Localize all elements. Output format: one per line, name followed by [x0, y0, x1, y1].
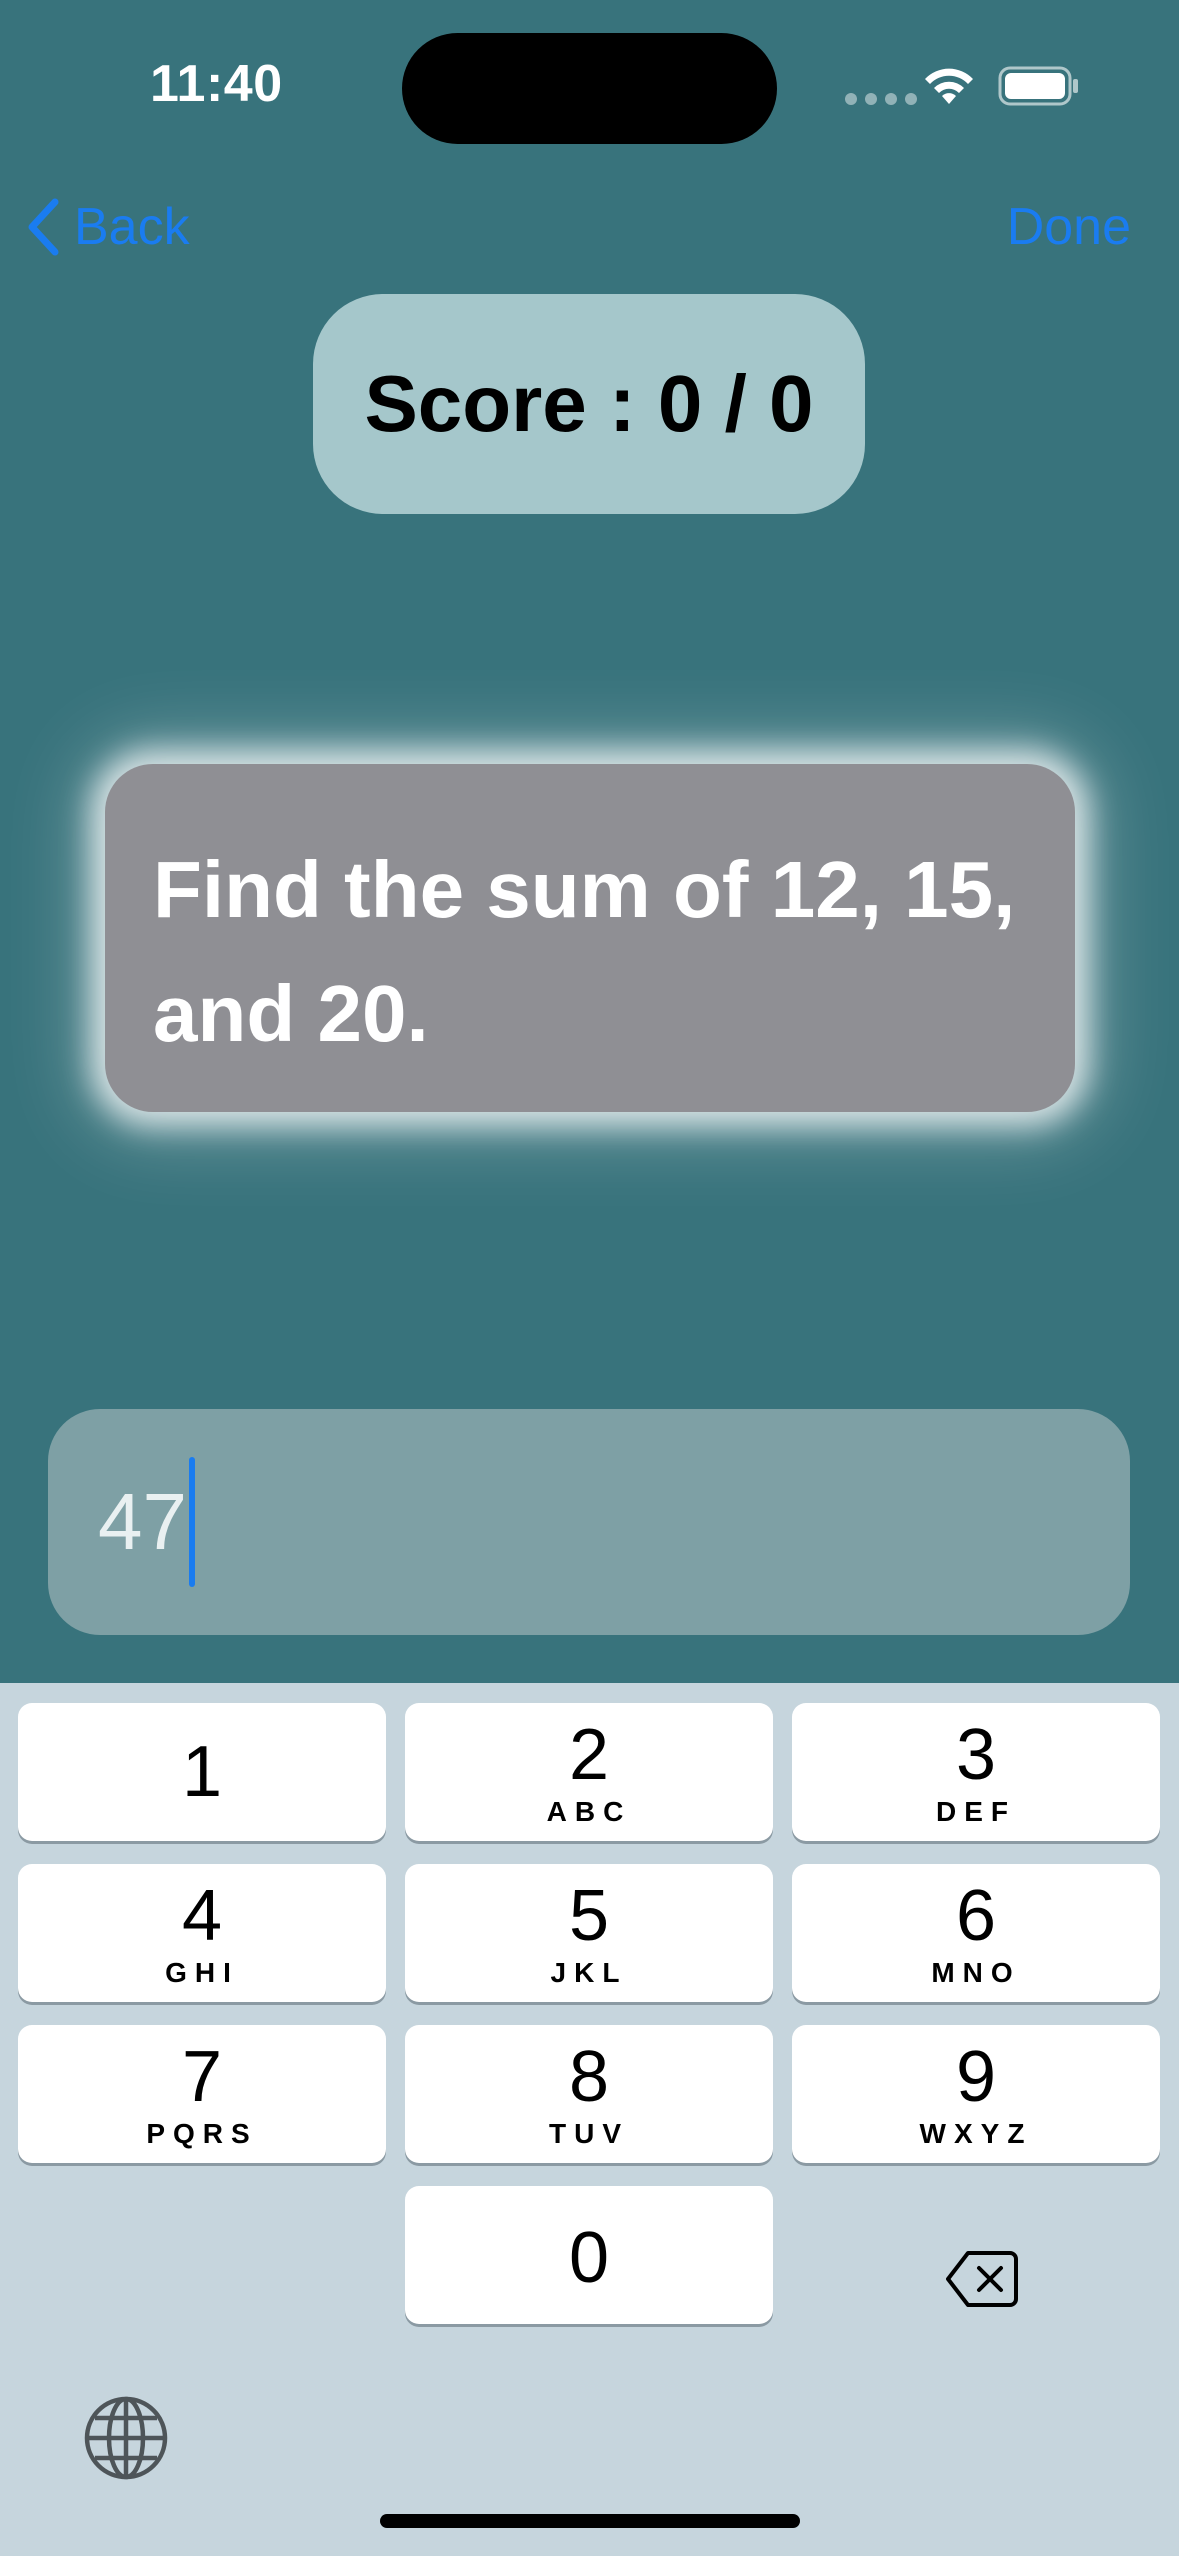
number-pad-keyboard: 1 2 ABC 3 DEF 4 GHI 5 JKL 6 MNO 7 PQRS 8…: [0, 1683, 1179, 2556]
question-card: Find the sum of 12, 15, and 20.: [105, 764, 1075, 1112]
status-time: 11:40: [150, 55, 283, 113]
back-button[interactable]: Back: [26, 192, 190, 262]
answer-input[interactable]: 47: [48, 1409, 1130, 1635]
chevron-left-icon: [28, 198, 59, 256]
key-7[interactable]: 7 PQRS: [18, 2025, 386, 2163]
key-3[interactable]: 3 DEF: [792, 1703, 1160, 1841]
done-label: Done: [1006, 198, 1131, 256]
question-text: Find the sum of 12, 15, and 20.: [153, 845, 1016, 1058]
delete-key[interactable]: [917, 2224, 1047, 2334]
cellular-signal-icon: [845, 93, 917, 105]
dynamic-island: [402, 33, 777, 144]
back-label: Back: [74, 198, 190, 256]
key-2[interactable]: 2 ABC: [405, 1703, 773, 1841]
status-bar: 11:40: [0, 0, 1179, 170]
key-8[interactable]: 8 TUV: [405, 2025, 773, 2163]
done-button[interactable]: Done: [1007, 192, 1131, 262]
key-6[interactable]: 6 MNO: [792, 1864, 1160, 2002]
text-cursor: [188, 1457, 195, 1587]
delete-icon: [946, 2251, 1018, 2307]
score-text: Score : 0 / 0: [364, 359, 814, 448]
key-9[interactable]: 9 WXYZ: [792, 2025, 1160, 2163]
wifi-icon: [925, 68, 973, 104]
key-5[interactable]: 5 JKL: [405, 1864, 773, 2002]
key-0[interactable]: 0: [405, 2186, 773, 2324]
key-1[interactable]: 1: [18, 1703, 386, 1841]
battery-icon: [998, 66, 1078, 106]
key-4[interactable]: 4 GHI: [18, 1864, 386, 2002]
globe-icon[interactable]: [82, 2394, 170, 2482]
answer-value: 47: [98, 1477, 187, 1566]
home-indicator[interactable]: [380, 2514, 800, 2528]
score-badge: Score : 0 / 0: [313, 294, 865, 514]
